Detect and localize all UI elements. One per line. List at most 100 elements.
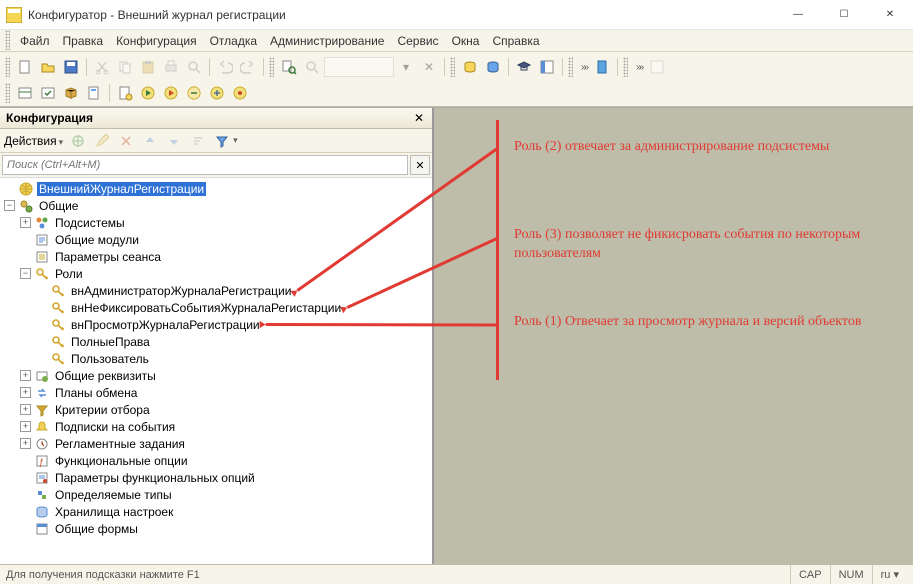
menu-windows[interactable]: Окна [446, 30, 486, 51]
actions-dropdown[interactable]: Действия [4, 134, 63, 148]
debug-button[interactable] [114, 82, 136, 104]
run-button[interactable] [137, 82, 159, 104]
undo-button[interactable] [214, 56, 236, 78]
expand-toggle[interactable]: − [4, 200, 15, 211]
add-button[interactable] [67, 130, 89, 152]
tree-role-admin[interactable]: внАдминистраторЖурналаРегистрации [0, 282, 432, 299]
minimize-button[interactable]: — [775, 0, 821, 30]
copy-button[interactable] [114, 56, 136, 78]
tree-subsystems[interactable]: +Подсистемы [0, 214, 432, 231]
redo-button[interactable] [237, 56, 259, 78]
tree-item-6[interactable]: Параметры функциональных опций [0, 469, 432, 486]
overflow-btn[interactable] [646, 56, 668, 78]
bookmark-button[interactable] [591, 56, 613, 78]
menu-file[interactable]: Файл [14, 30, 56, 51]
expand-toggle[interactable]: + [20, 217, 31, 228]
tree-role-nofix[interactable]: внНеФиксироватьСобытияЖурналаРегистарции [0, 299, 432, 316]
db-config-button[interactable] [459, 56, 481, 78]
filter-button[interactable] [211, 130, 233, 152]
key-icon [50, 351, 66, 367]
tree-item-1[interactable]: +Планы обмена [0, 384, 432, 401]
delete-button[interactable] [115, 130, 137, 152]
open-config-button[interactable] [14, 82, 36, 104]
tree-item-2[interactable]: + Критерии отбора [0, 401, 432, 418]
toolbar-row-1: ▾ ✕ »» »» [4, 54, 909, 80]
expand-toggle[interactable]: − [20, 268, 31, 279]
toolbar-grip[interactable] [450, 57, 455, 77]
move-down-button[interactable] [163, 130, 185, 152]
menu-grip[interactable] [5, 30, 10, 50]
search-all-button[interactable] [278, 56, 300, 78]
expand-toggle[interactable]: + [20, 387, 31, 398]
doc-button[interactable] [83, 82, 105, 104]
tree-item-4[interactable]: +Регламентные задания [0, 435, 432, 452]
zoom-input[interactable] [324, 57, 394, 77]
print-button[interactable] [160, 56, 182, 78]
expand-toggle[interactable]: + [20, 370, 31, 381]
toolbar-grip[interactable] [269, 57, 274, 77]
search-input[interactable] [2, 155, 408, 175]
subsys-icon [34, 215, 50, 231]
tree-roles[interactable]: −Роли [0, 265, 432, 282]
toolbar-grip[interactable] [568, 57, 573, 77]
zoom-drop[interactable]: ▾ [395, 56, 417, 78]
toolbar-grip[interactable] [623, 57, 628, 77]
find-button[interactable] [183, 56, 205, 78]
menu-administration[interactable]: Администрирование [264, 30, 390, 51]
menu-configuration[interactable]: Конфигурация [110, 30, 203, 51]
cut-button[interactable] [91, 56, 113, 78]
tree-node-label: Критерии отбора [53, 403, 152, 417]
toolbar-grip[interactable] [5, 57, 10, 77]
expand-toggle [36, 285, 47, 296]
tree-role-user[interactable]: Пользователь [0, 350, 432, 367]
tree-common-node[interactable]: −Общие [0, 197, 432, 214]
tree-item-7[interactable]: Определяемые типы [0, 486, 432, 503]
open-button[interactable] [37, 56, 59, 78]
edit-button[interactable] [91, 130, 113, 152]
update-db-button[interactable] [482, 56, 504, 78]
expand-toggle[interactable]: + [20, 438, 31, 449]
debug-attach-button[interactable] [183, 82, 205, 104]
tree-item-0[interactable]: +Общие реквизиты [0, 367, 432, 384]
expand-toggle[interactable]: + [20, 404, 31, 415]
toolbar-overflow[interactable]: »» [632, 62, 645, 73]
expand-toggle[interactable]: + [20, 421, 31, 432]
sort-button[interactable] [187, 130, 209, 152]
toolbar-overflow[interactable]: »» [577, 62, 590, 73]
menu-edit[interactable]: Правка [57, 30, 110, 51]
toolbar-grip[interactable] [5, 83, 10, 103]
expand-toggle [20, 489, 31, 500]
panel-close-button[interactable]: ✕ [412, 111, 426, 125]
tree-item-9[interactable]: Общие формы [0, 520, 432, 537]
box-button[interactable] [60, 82, 82, 104]
debug-start-button[interactable] [160, 82, 182, 104]
tree-session-params[interactable]: Параметры сеанса [0, 248, 432, 265]
tree-item-8[interactable]: Хранилища настроек [0, 503, 432, 520]
menu-help[interactable]: Справка [486, 30, 545, 51]
tree-item-3[interactable]: +Подписки на события [0, 418, 432, 435]
paste-button[interactable] [137, 56, 159, 78]
step-button[interactable] [206, 82, 228, 104]
breakpoint-button[interactable] [229, 82, 251, 104]
syntax-helper-button[interactable] [536, 56, 558, 78]
move-up-button[interactable] [139, 130, 161, 152]
tree-item-5[interactable]: ƒФункциональные опции [0, 452, 432, 469]
save-button[interactable] [60, 56, 82, 78]
students-button[interactable] [513, 56, 535, 78]
module-icon [34, 232, 50, 248]
tree-common-modules[interactable]: Общие модули [0, 231, 432, 248]
menu-debug[interactable]: Отладка [204, 30, 263, 51]
window-check-button[interactable] [37, 82, 59, 104]
close-button[interactable]: ✕ [867, 0, 913, 30]
zoom-x-button[interactable]: ✕ [418, 56, 440, 78]
zoom-button[interactable] [301, 56, 323, 78]
tree-root-node[interactable]: ВнешнийЖурналРегистрации [0, 180, 432, 197]
tree-role-view[interactable]: внПросмотрЖурналаРегистрации [0, 316, 432, 333]
config-tree[interactable]: ВнешнийЖурналРегистрации−Общие+Подсистем… [0, 177, 432, 564]
new-button[interactable] [14, 56, 36, 78]
menu-service[interactable]: Сервис [391, 30, 444, 51]
tree-role-full[interactable]: ПолныеПрава [0, 333, 432, 350]
maximize-button[interactable]: ☐ [821, 0, 867, 30]
search-clear-button[interactable]: ✕ [410, 155, 430, 175]
status-lang[interactable]: ru ▾ [872, 565, 907, 584]
